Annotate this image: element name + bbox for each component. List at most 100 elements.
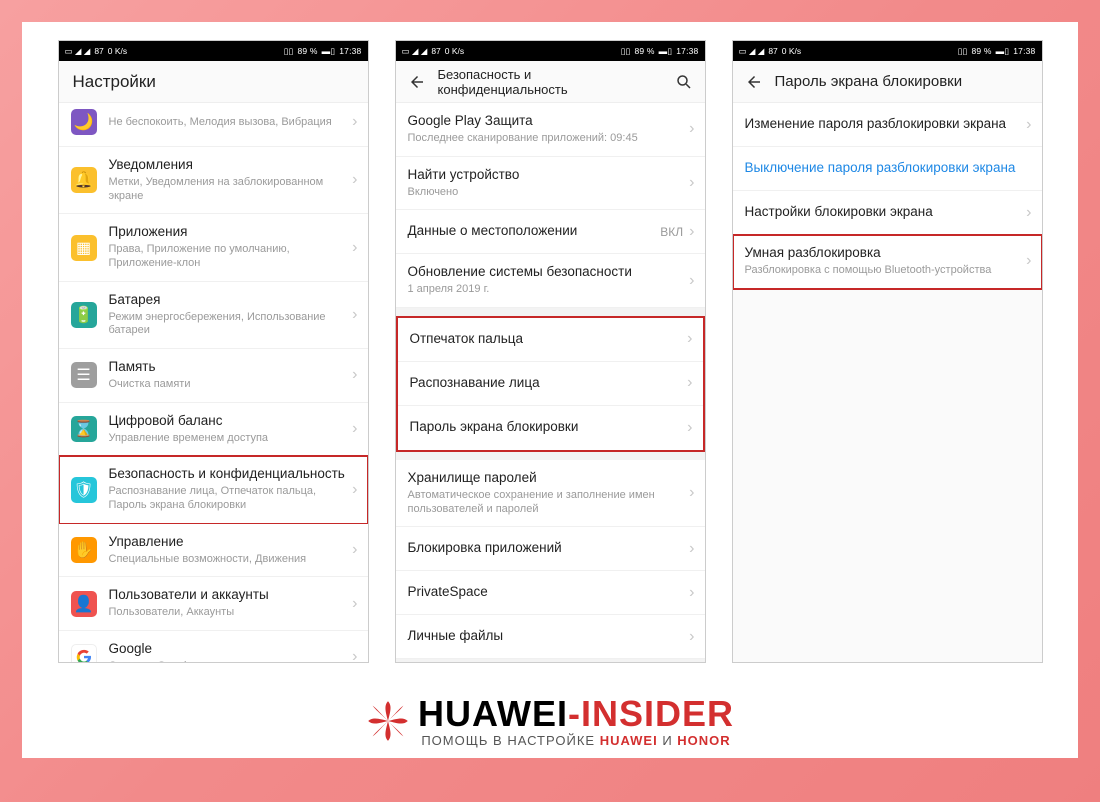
list-item[interactable]: 🔋 Батарея Режим энергосбережения, Исполь… (59, 282, 368, 349)
list-item[interactable]: 🌙 Не беспокоить, Мелодия вызова, Вибраци… (59, 103, 368, 147)
list-item[interactable]: 🔔 Уведомления Метки, Уведомления на забл… (59, 147, 368, 214)
back-button[interactable] (408, 73, 426, 91)
signal-icon: ▭ ◢ ◢ (65, 46, 91, 57)
list-item[interactable]: Данные о местоположении ВКЛ › (396, 210, 705, 254)
list-item[interactable]: ☰ Память Очистка памяти › (59, 349, 368, 403)
google-icon (71, 644, 97, 662)
item-title: Управление (109, 534, 353, 551)
list-item[interactable]: Обновление системы безопасности 1 апреля… (396, 254, 705, 308)
list-item-lockpassword[interactable]: Пароль экрана блокировки › (398, 406, 703, 450)
item-title: Данные о местоположении (408, 223, 661, 240)
net-speed: 0 K/s (782, 46, 801, 56)
battery-icon: ▬▯ (659, 46, 673, 57)
chevron-right-icon: › (689, 540, 694, 558)
list-item[interactable]: ⌛ Цифровой баланс Управление временем до… (59, 403, 368, 457)
item-title: Распознавание лица (410, 375, 688, 392)
list-item-disable-pw[interactable]: Выключение пароля разблокировки экрана (733, 147, 1042, 191)
biometrics-group-highlight: Отпечаток пальца › Распознавание лица › … (396, 316, 705, 452)
status-bar: ▭ ◢ ◢ 87 0 K/s ▯▯ 89 % ▬▯ 17:38 (733, 41, 1042, 61)
chevron-right-icon: › (1026, 116, 1031, 134)
item-title: Пароль экрана блокировки (410, 419, 688, 436)
app-header: Безопасность и конфиденциальность (396, 61, 705, 103)
group-separator (396, 308, 705, 316)
item-title: Настройки блокировки экрана (745, 204, 1027, 221)
item-sub: Разблокировка с помощью Bluetooth-устрой… (745, 264, 1027, 278)
huawei-logo-icon (366, 699, 410, 743)
shield-icon: 🛡 (71, 477, 97, 503)
item-title: Цифровой баланс (109, 413, 353, 430)
item-title: Изменение пароля разблокировки экрана (745, 116, 1027, 133)
status-bar: ▭ ◢ ◢ 87 0 K/s ▯▯ 89 % ▬▯ 17:38 (396, 41, 705, 61)
chevron-right-icon: › (352, 420, 357, 438)
list-item[interactable]: Google Сервисы Google › (59, 631, 368, 662)
list-item[interactable]: Личные файлы › (396, 615, 705, 659)
item-title: Google (109, 641, 353, 658)
item-sub: Не беспокоить, Мелодия вызова, Вибрация (109, 116, 353, 130)
page-title: Настройки (73, 72, 156, 92)
list-item[interactable]: ▦ Приложения Права, Приложение по умолча… (59, 214, 368, 281)
item-title: Хранилище паролей (408, 470, 690, 487)
list-item-change-pw[interactable]: Изменение пароля разблокировки экрана › (733, 103, 1042, 147)
chevron-right-icon: › (689, 484, 694, 502)
list-item[interactable]: Google Play Защита Последнее сканировани… (396, 103, 705, 157)
list-item-smart-unlock[interactable]: Умная разблокировка Разблокировка с помо… (733, 235, 1042, 289)
branding-footer: HUAWEI-INSIDER ПОМОЩЬ В НАСТРОЙКЕ HUAWEI… (22, 693, 1078, 748)
item-title: Личные файлы (408, 628, 690, 645)
item-sub: Сервисы Google (109, 660, 353, 662)
chevron-right-icon: › (352, 648, 357, 662)
group-separator (396, 659, 705, 662)
list-item[interactable]: PrivateSpace › (396, 571, 705, 615)
list-item[interactable]: Хранилище паролей Автоматическое сохране… (396, 460, 705, 527)
list-item[interactable]: Найти устройство Включено › (396, 157, 705, 211)
lockpw-list[interactable]: Изменение пароля разблокировки экрана › … (733, 103, 1042, 662)
item-title: Приложения (109, 224, 353, 241)
page-frame: ▭ ◢ ◢ 87 0 K/s ▯▯ 89 % ▬▯ 17:38 Настройк… (22, 22, 1078, 758)
item-title: Отпечаток пальца (410, 331, 688, 348)
list-item-face[interactable]: Распознавание лица › (398, 362, 703, 406)
item-title: Выключение пароля разблокировки экрана (745, 160, 1032, 177)
page-title: Безопасность и конфиденциальность (438, 67, 663, 97)
item-sub: Режим энергосбережения, Использование ба… (109, 311, 353, 339)
item-sub: Очистка памяти (109, 378, 353, 392)
list-item[interactable]: Блокировка приложений › (396, 527, 705, 571)
item-title: Память (109, 359, 353, 376)
battery-text: 89 % (297, 46, 317, 56)
battery-icon: ▬▯ (996, 46, 1010, 57)
chevron-right-icon: › (689, 223, 694, 241)
chevron-right-icon: › (352, 113, 357, 131)
item-title: Уведомления (109, 157, 353, 174)
signal-icon: ▭ ◢ ◢ (402, 46, 428, 57)
phone-settings: ▭ ◢ ◢ 87 0 K/s ▯▯ 89 % ▬▯ 17:38 Настройк… (58, 40, 369, 663)
signal-icon: ▭ ◢ ◢ (739, 46, 765, 57)
settings-list[interactable]: 🌙 Не беспокоить, Мелодия вызова, Вибраци… (59, 103, 368, 662)
search-button[interactable] (675, 73, 693, 91)
vibrate-icon: ▯▯ (958, 46, 968, 57)
list-item-fingerprint[interactable]: Отпечаток пальца › (398, 318, 703, 362)
battery-icon: ▬▯ (322, 46, 336, 57)
item-sub: Включено (408, 186, 690, 200)
phones-row: ▭ ◢ ◢ 87 0 K/s ▯▯ 89 % ▬▯ 17:38 Настройк… (36, 40, 1064, 663)
sidebar-item-security[interactable]: 🛡 Безопасность и конфиденциальность Расп… (59, 456, 368, 523)
chevron-right-icon: › (352, 481, 357, 499)
chevron-right-icon: › (689, 120, 694, 138)
list-item[interactable]: 👤 Пользователи и аккаунты Пользователи, … (59, 577, 368, 631)
chevron-right-icon: › (352, 171, 357, 189)
back-button[interactable] (745, 73, 763, 91)
chevron-right-icon: › (352, 595, 357, 613)
chevron-right-icon: › (689, 628, 694, 646)
chevron-right-icon: › (687, 374, 692, 392)
list-item[interactable]: ✋ Управление Специальные возможности, Дв… (59, 524, 368, 578)
clock: 17:38 (676, 46, 698, 56)
status-bar: ▭ ◢ ◢ 87 0 K/s ▯▯ 89 % ▬▯ 17:38 (59, 41, 368, 61)
item-title: Безопасность и конфиденциальность (109, 466, 353, 483)
battery-icon: 🔋 (71, 302, 97, 328)
vibrate-icon: ▯▯ (621, 46, 631, 57)
list-item-lock-settings[interactable]: Настройки блокировки экрана › (733, 191, 1042, 235)
security-list[interactable]: Google Play Защита Последнее сканировани… (396, 103, 705, 662)
item-title: Google Play Защита (408, 113, 690, 130)
item-title: Найти устройство (408, 167, 690, 184)
battery-text: 89 % (971, 46, 991, 56)
item-title: Умная разблокировка (745, 245, 1027, 262)
item-sub: Права, Приложение по умолчанию, Приложен… (109, 243, 353, 271)
storage-icon: ☰ (71, 362, 97, 388)
